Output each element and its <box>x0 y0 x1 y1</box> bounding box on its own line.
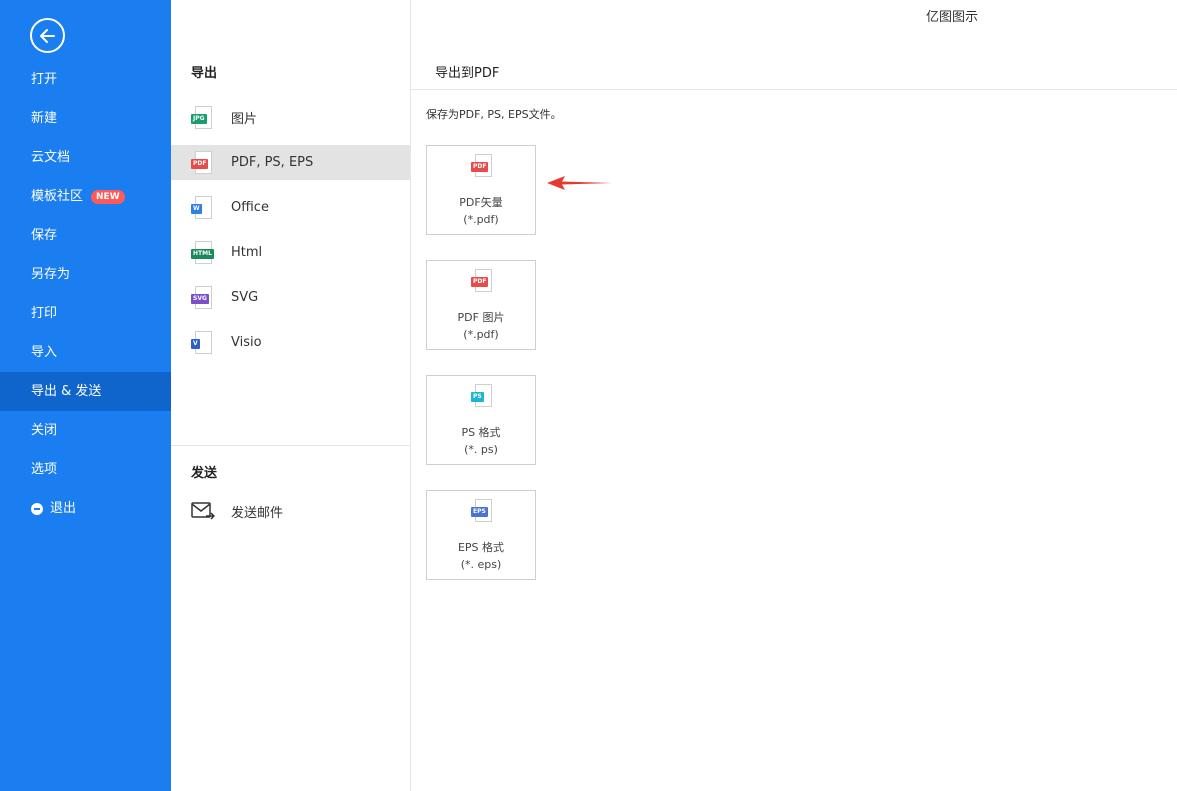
card-extension: (*. eps) <box>460 558 502 571</box>
send-email-item[interactable]: 发送邮件 <box>191 498 283 524</box>
sidebar: 打开 新建 云文档 模板社区 NEW 保存 另存为 打印 导入 导出 & 发送 … <box>0 0 171 791</box>
sidebar-item-save[interactable]: 保存 <box>0 216 171 255</box>
export-format-list: JPG 图片 PDF PDF, PS, EPS W Office HTML Ht… <box>171 100 410 370</box>
sidebar-item-cloud-docs[interactable]: 云文档 <box>0 138 171 177</box>
eps-format-card[interactable]: EPS EPS 格式 (*. eps) <box>426 490 536 580</box>
back-button[interactable] <box>30 18 65 53</box>
sidebar-item-exit[interactable]: 退出 <box>0 489 171 528</box>
card-title: PDF 图片 <box>457 311 505 324</box>
export-item-visio[interactable]: V Visio <box>171 325 410 360</box>
sidebar-menu: 打开 新建 云文档 模板社区 NEW 保存 另存为 打印 导入 导出 & 发送 … <box>0 60 171 528</box>
svg-file-icon: SVG <box>191 285 213 310</box>
app-title: 亿图图示 <box>926 10 979 25</box>
sidebar-item-template-community[interactable]: 模板社区 NEW <box>0 177 171 216</box>
export-item-html[interactable]: HTML Html <box>171 235 410 270</box>
export-item-image[interactable]: JPG 图片 <box>171 100 410 135</box>
sidebar-item-close[interactable]: 关闭 <box>0 411 171 450</box>
export-item-pdf-ps-eps[interactable]: PDF PDF, PS, EPS <box>171 145 410 180</box>
send-header: 发送 <box>191 466 218 481</box>
sidebar-item-print[interactable]: 打印 <box>0 294 171 333</box>
html-file-icon: HTML <box>191 240 214 265</box>
export-header: 导出 <box>191 66 218 81</box>
ps-format-card[interactable]: PS PS 格式 (*. ps) <box>426 375 536 465</box>
export-category-panel: 导出 JPG 图片 PDF PDF, PS, EPS W Office HTML… <box>171 0 411 791</box>
new-badge: NEW <box>91 189 125 204</box>
minus-circle-icon <box>31 502 43 515</box>
pdf-vector-card[interactable]: PDF PDF矢量 (*.pdf) <box>426 145 536 235</box>
sidebar-item-options[interactable]: 选项 <box>0 450 171 489</box>
mail-send-icon <box>191 502 215 520</box>
right-panel-title: 导出到PDF <box>435 66 500 81</box>
sidebar-item-new[interactable]: 新建 <box>0 99 171 138</box>
export-item-svg[interactable]: SVG SVG <box>171 280 410 315</box>
arrow-left-icon <box>39 28 55 43</box>
card-title: PDF矢量 <box>459 196 503 209</box>
sidebar-item-import[interactable]: 导入 <box>0 333 171 372</box>
header-divider <box>411 89 1177 90</box>
sidebar-item-save-as[interactable]: 另存为 <box>0 255 171 294</box>
word-file-icon: W <box>191 195 213 220</box>
visio-file-icon: V <box>191 330 213 355</box>
pdf-file-icon: PDF <box>471 269 493 293</box>
red-arrow-annotation <box>547 176 612 190</box>
card-extension: (*.pdf) <box>463 328 499 341</box>
card-title: PS 格式 <box>461 426 501 439</box>
section-divider <box>171 445 410 446</box>
card-extension: (*.pdf) <box>463 213 499 226</box>
sidebar-item-open[interactable]: 打开 <box>0 60 171 99</box>
eps-file-icon: EPS <box>471 499 493 523</box>
sidebar-item-export-send[interactable]: 导出 & 发送 <box>0 372 171 411</box>
card-extension: (*. ps) <box>464 443 498 456</box>
pdf-image-card[interactable]: PDF PDF 图片 (*.pdf) <box>426 260 536 350</box>
app-window: 打开 新建 云文档 模板社区 NEW 保存 另存为 打印 导入 导出 & 发送 … <box>0 0 1177 791</box>
pdf-file-icon: PDF <box>191 150 213 175</box>
ps-file-icon: PS <box>471 384 493 408</box>
export-item-office[interactable]: W Office <box>171 190 410 225</box>
pdf-file-icon: PDF <box>471 154 493 178</box>
right-panel-description: 保存为PDF, PS, EPS文件。 <box>426 108 562 121</box>
card-title: EPS 格式 <box>457 541 505 554</box>
jpg-file-icon: JPG <box>191 105 213 130</box>
